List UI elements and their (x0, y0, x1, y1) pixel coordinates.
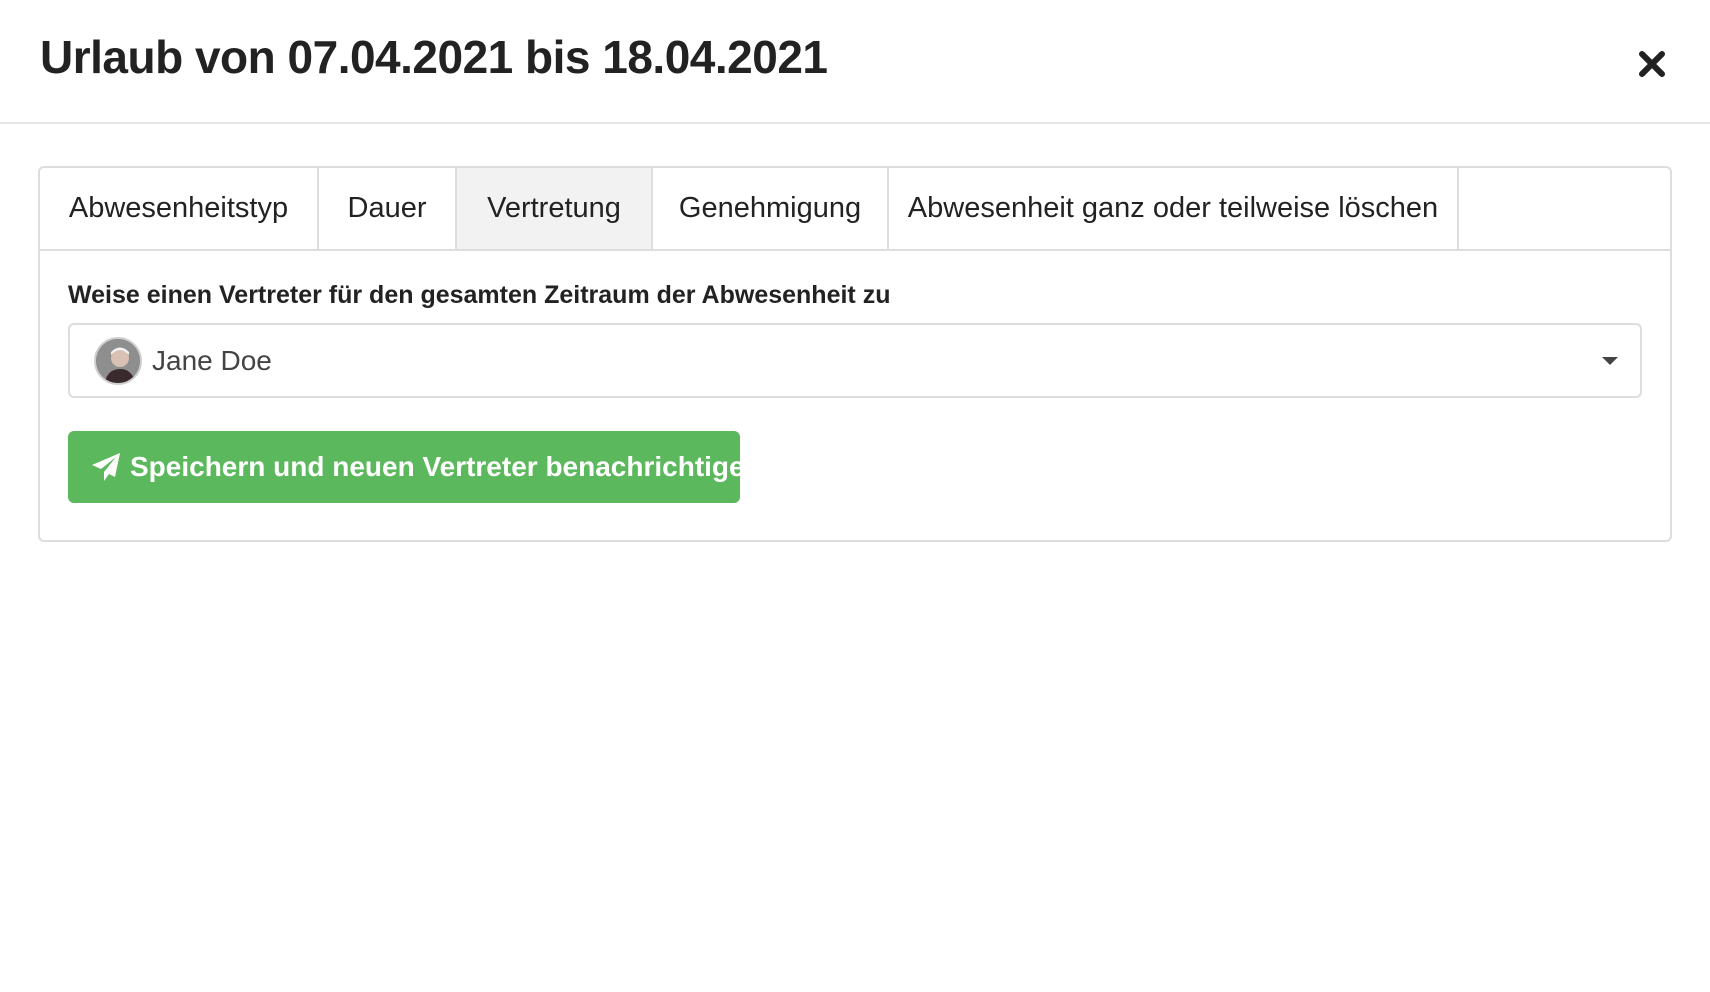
tab-delete-absence[interactable]: Abwesenheit ganz oder teilweise löschen (889, 168, 1459, 249)
tab-duration[interactable]: Dauer (319, 168, 457, 249)
close-icon (1639, 51, 1665, 77)
modal-body: Abwesenheitstyp Dauer Vertretung Genehmi… (38, 166, 1672, 542)
save-button-label: Speichern und neuen Vertreter benachrich… (130, 451, 762, 482)
tab-substitute[interactable]: Vertretung (457, 168, 653, 249)
close-button[interactable] (1632, 44, 1672, 84)
tab-absence-type[interactable]: Abwesenheitstyp (40, 168, 319, 249)
chevron-down-icon (1602, 357, 1618, 365)
modal-title: Urlaub von 07.04.2021 bis 18.04.2021 (40, 31, 828, 83)
tab-approval[interactable]: Genehmigung (653, 168, 889, 249)
modal-header: Urlaub von 07.04.2021 bis 18.04.2021 (0, 0, 1710, 124)
substitute-label: Weise einen Vertreter für den gesamten Z… (68, 281, 891, 309)
save-and-notify-button[interactable]: Speichern und neuen Vertreter benachrich… (68, 431, 762, 503)
selected-substitute: Jane Doe (152, 345, 272, 376)
substitute-select[interactable]: Jane Doe (68, 323, 1642, 398)
avatar (94, 337, 142, 385)
tab-bar: Abwesenheitstyp Dauer Vertretung Genehmi… (40, 168, 1670, 251)
absence-modal: Urlaub von 07.04.2021 bis 18.04.2021 Abw… (0, 0, 1710, 992)
substitute-pane: Weise einen Vertreter für den gesamten Z… (40, 251, 1670, 540)
paper-plane-icon (90, 451, 122, 483)
